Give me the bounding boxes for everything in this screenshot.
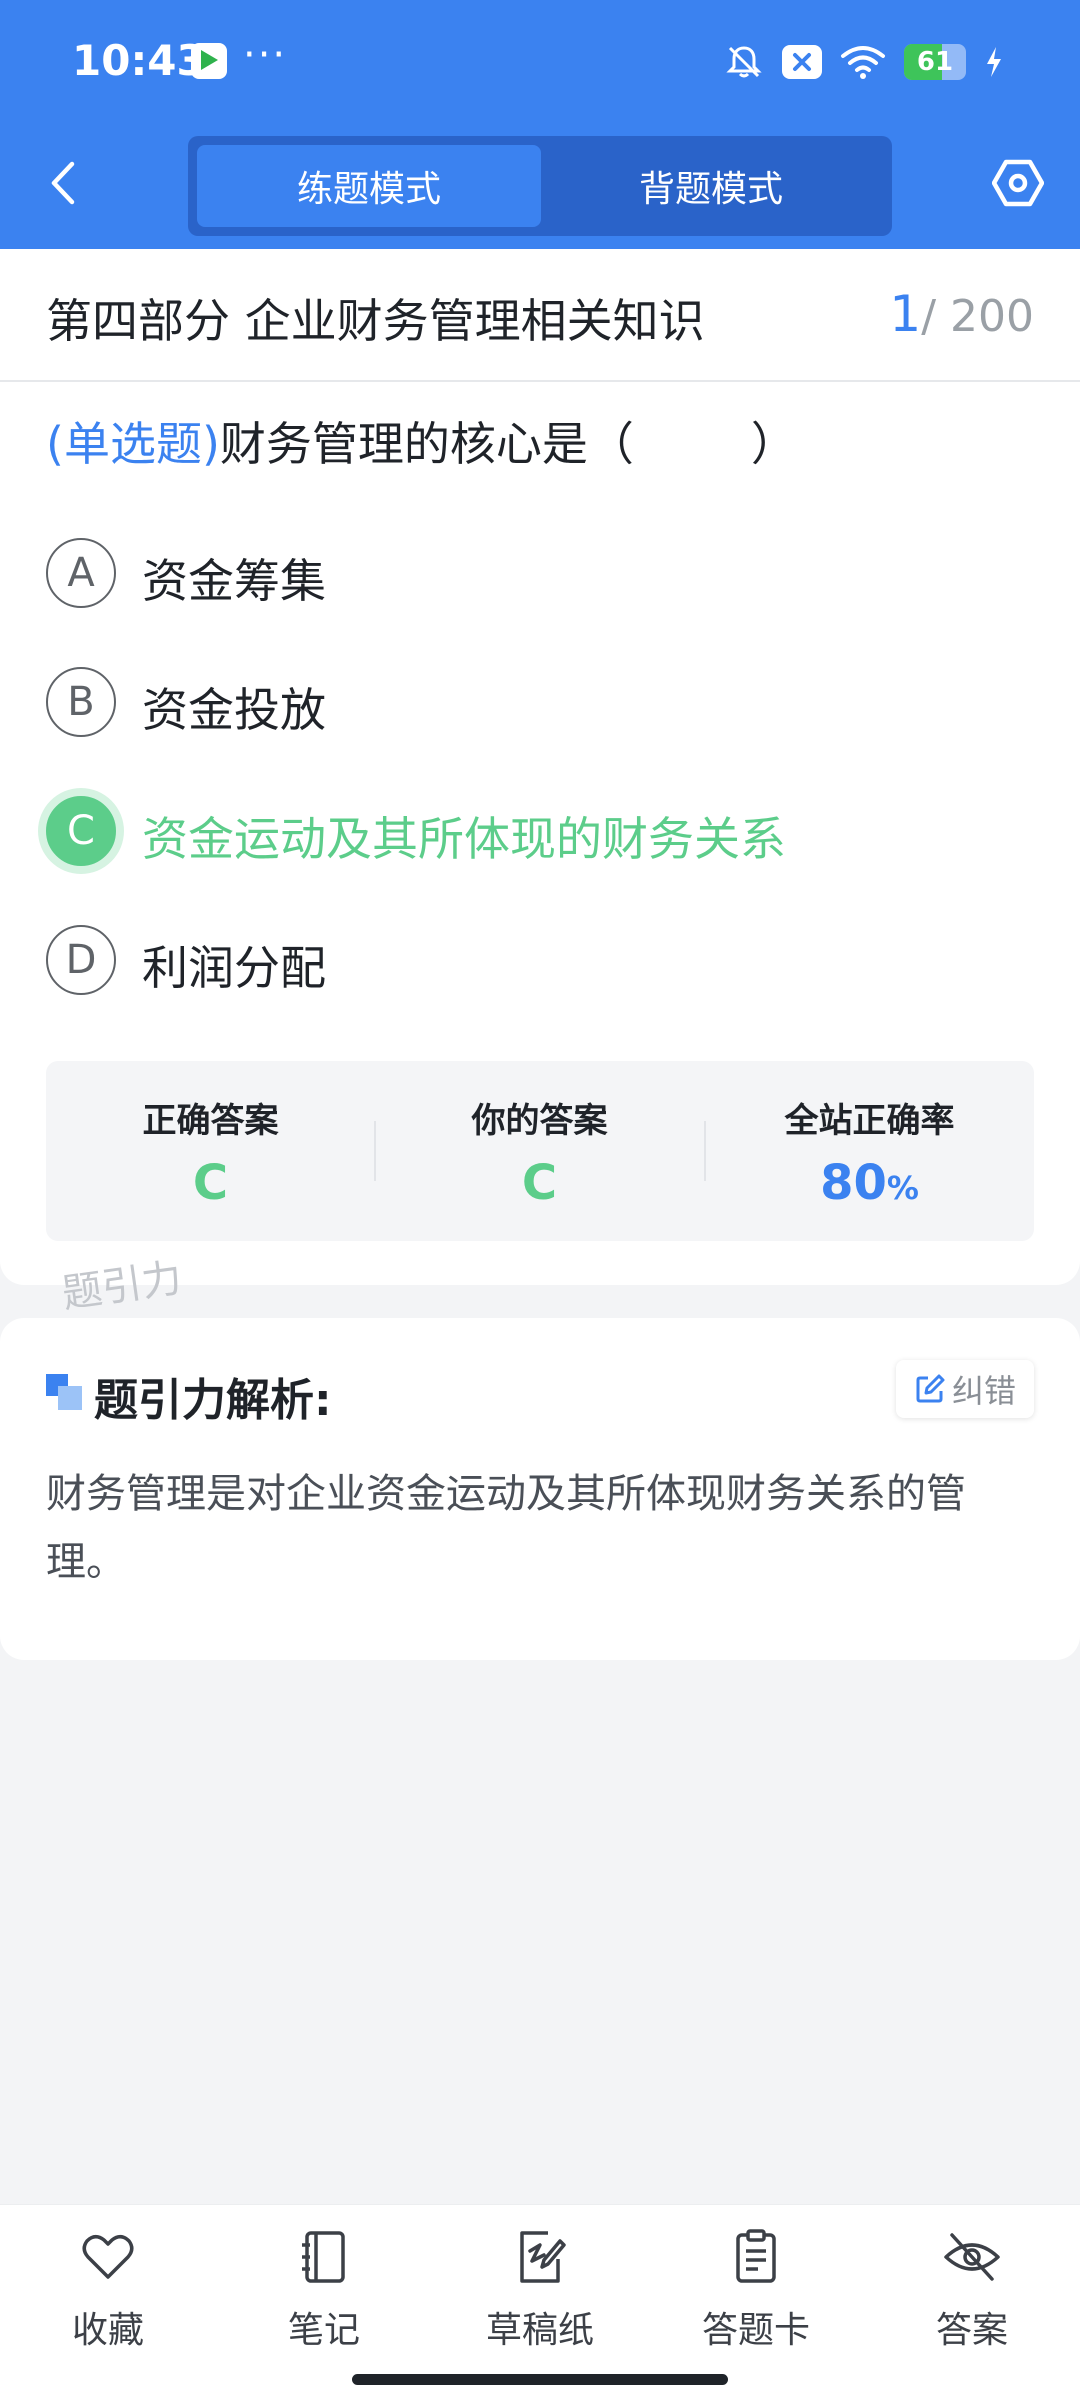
- chevron-left-icon: [51, 161, 75, 205]
- settings-hexagon-icon: [992, 159, 1044, 207]
- status-icons: 61: [724, 42, 1004, 82]
- stat-value: 80%: [705, 1155, 1034, 1211]
- option-letter: A: [46, 538, 116, 608]
- nav-label: 收藏: [71, 2310, 144, 2351]
- analysis-title: 题引力解析:: [94, 1375, 332, 1426]
- question-card: 第四部分 企业财务管理相关知识 1/ 200 (单选题)财务管理的核心是（ ） …: [0, 249, 1080, 1285]
- wifi-icon: [841, 46, 885, 79]
- nav-label: 答案: [935, 2310, 1008, 2351]
- stat-value: C: [521, 1155, 558, 1211]
- option-letter-correct: C: [46, 796, 116, 866]
- nav-label: 答题卡: [701, 2310, 810, 2351]
- eye-off-icon: [944, 2233, 1000, 2281]
- nav-answer-sheet[interactable]: 答题卡: [676, 2227, 836, 2351]
- video-app-icon: [191, 43, 227, 79]
- section-header: 第四部分 企业财务管理相关知识 1/ 200: [0, 249, 1080, 382]
- option-d[interactable]: D 利润分配: [46, 917, 1046, 1007]
- question-text: 财务管理的核心是（ ）: [219, 417, 797, 471]
- edit-icon: [916, 1374, 945, 1403]
- tab-memorize-mode[interactable]: 背题模式: [539, 145, 883, 227]
- answer-sheet-icon: [736, 2229, 776, 2283]
- analysis-icon: [46, 1374, 84, 1412]
- draft-paper-icon: [520, 2231, 566, 2283]
- option-letter: B: [46, 667, 116, 737]
- section-title: 第四部分 企业财务管理相关知识: [46, 294, 705, 348]
- notebook-icon: [302, 2231, 345, 2283]
- option-text: 利润分配: [142, 941, 326, 995]
- mute-bell-icon: [726, 46, 762, 78]
- home-indicator[interactable]: [352, 2374, 728, 2385]
- analysis-text: 财务管理是对企业资金运动及其所体现财务关系的管理。: [46, 1471, 966, 1585]
- accuracy-number: 80: [820, 1155, 887, 1211]
- close-app-icon: [782, 45, 822, 79]
- more-notifications-icon: ···: [243, 32, 288, 78]
- mode-switch: 练题模式 背题模式: [188, 136, 892, 236]
- heart-icon: [82, 2235, 134, 2279]
- nav-notes[interactable]: 笔记: [244, 2227, 404, 2351]
- option-b[interactable]: B 资金投放: [46, 659, 1046, 749]
- nav-draft-paper[interactable]: 草稿纸: [460, 2227, 620, 2351]
- option-text: 资金筹集: [142, 554, 326, 608]
- status-bar: 10:43 ··· 61: [0, 0, 1080, 125]
- option-a[interactable]: A 资金筹集: [46, 530, 1046, 620]
- charging-icon: [987, 47, 1001, 77]
- bottom-nav: 收藏 笔记 草稿纸 答题卡 答案: [0, 2204, 1080, 2401]
- back-button[interactable]: [38, 153, 88, 213]
- status-time: 10:43: [72, 36, 206, 85]
- nav-answer[interactable]: 答案: [892, 2227, 1052, 2351]
- percent-sign: %: [886, 1169, 919, 1207]
- stat-correct-answer: 正确答案 C: [46, 1061, 375, 1241]
- report-error-button[interactable]: 纠错: [896, 1360, 1034, 1418]
- nav-row: 练题模式 背题模式: [0, 125, 1080, 249]
- nav-label: 草稿纸: [485, 2310, 594, 2351]
- answer-stats-panel: 正确答案 C 你的答案 C 全站正确率 80%: [46, 1061, 1034, 1241]
- question-stem: (单选题)财务管理的核心是（ ）: [46, 408, 797, 474]
- nav-favorite[interactable]: 收藏: [28, 2227, 188, 2351]
- current-question-number: 1: [889, 285, 922, 343]
- nav-label: 笔记: [287, 2310, 360, 2351]
- settings-button[interactable]: [988, 153, 1048, 213]
- option-c[interactable]: C 资金运动及其所体现的财务关系: [46, 788, 1046, 878]
- stat-site-accuracy: 全站正确率 80%: [705, 1061, 1034, 1241]
- option-letter: D: [46, 925, 116, 995]
- stat-label: 你的答案: [471, 1101, 608, 1141]
- battery-level: 61: [916, 47, 954, 77]
- question-type: (单选题): [46, 417, 220, 471]
- stat-label: 全站正确率: [784, 1101, 955, 1141]
- tab-practice-mode[interactable]: 练题模式: [197, 145, 541, 227]
- stat-value: C: [192, 1155, 229, 1211]
- top-bar: 10:43 ··· 61 练题模式 背题模式: [0, 0, 1080, 249]
- option-text-correct: 资金运动及其所体现的财务关系: [142, 812, 786, 866]
- report-label: 纠错: [951, 1372, 1016, 1410]
- stat-label: 正确答案: [142, 1101, 279, 1141]
- question-counter: 1/ 200: [889, 285, 1034, 343]
- stat-your-answer: 你的答案 C: [375, 1061, 704, 1241]
- battery-icon: 61: [904, 44, 966, 80]
- option-text: 资金投放: [142, 683, 326, 737]
- analysis-card: 题引力解析: 纠错 财务管理是对企业资金运动及其所体现财务关系的管理。: [0, 1318, 1080, 1660]
- total-questions: / 200: [921, 291, 1034, 342]
